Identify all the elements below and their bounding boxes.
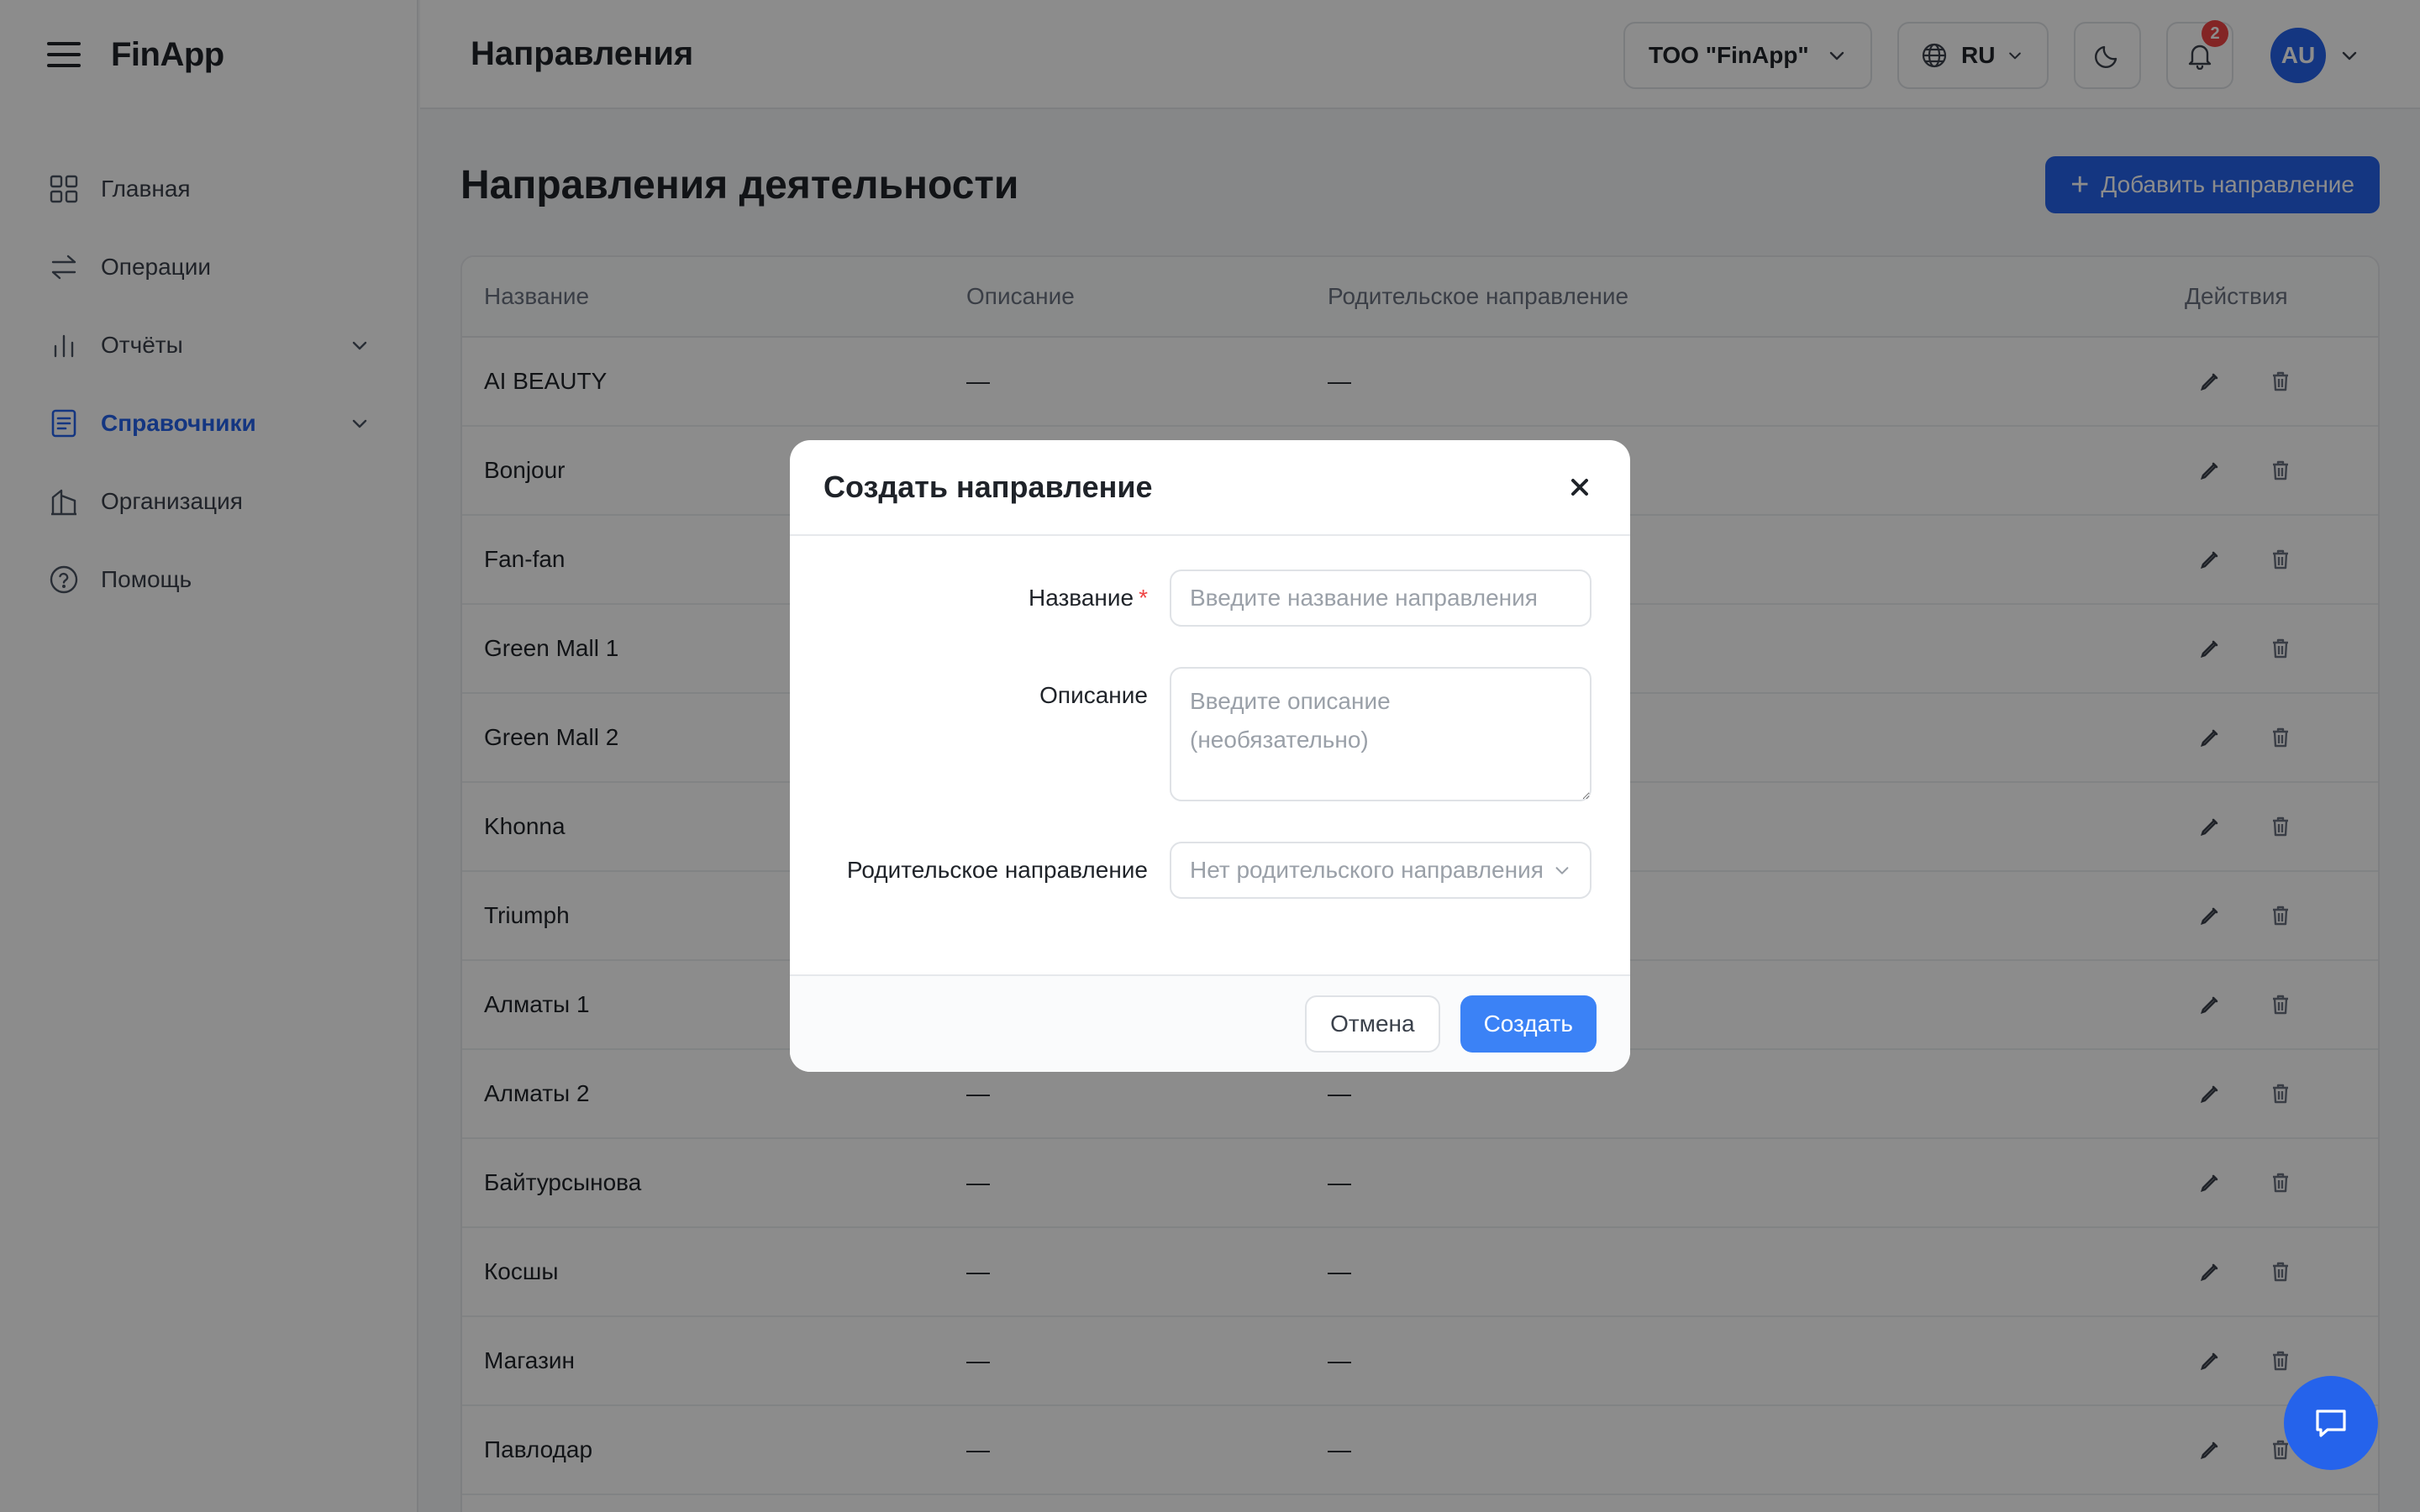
description-row: Описание [823, 667, 1597, 801]
name-label: Название * [823, 585, 1170, 612]
parent-label: Родительское направление [846, 857, 1148, 883]
name-label-text: Название [1028, 585, 1134, 611]
parent-direction-select[interactable]: Нет родительского направления [1170, 842, 1591, 899]
cancel-button[interactable]: Отмена [1305, 995, 1440, 1053]
description-textarea[interactable] [1170, 667, 1591, 801]
description-label: Описание [1039, 682, 1148, 708]
chevron-down-icon [1555, 867, 1569, 874]
close-icon[interactable] [1563, 470, 1597, 504]
required-mark: * [1139, 585, 1148, 611]
create-direction-modal: Создать направление Название* Описание Р… [790, 440, 1630, 1072]
name-input[interactable] [1170, 570, 1591, 627]
name-row: Название * [823, 570, 1597, 627]
parent-row: Родительское направление Нет родительско… [823, 842, 1597, 899]
modal-body: Название* Описание Родительское направле… [790, 536, 1630, 976]
parent-direction-value: Нет родительского направления [1190, 857, 1544, 883]
modal-footer: Отмена Создать [790, 974, 1630, 1072]
modal-title: Создать направление [823, 470, 1153, 504]
modal-header: Создать направление [790, 440, 1630, 536]
chat-icon [2316, 1410, 2346, 1437]
chat-button[interactable] [2284, 1376, 2378, 1470]
create-button[interactable]: Создать [1460, 995, 1597, 1053]
